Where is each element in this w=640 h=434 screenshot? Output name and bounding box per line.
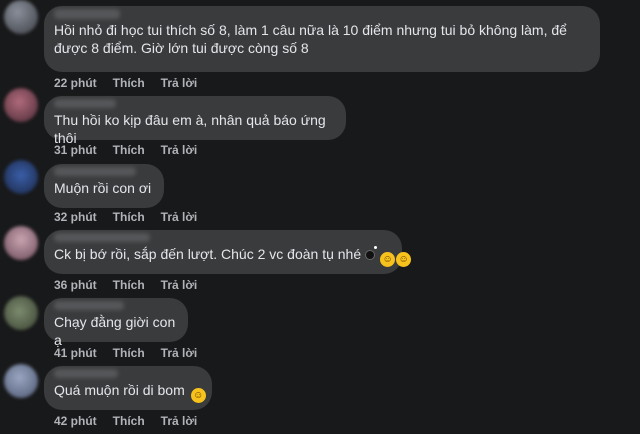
comment-text: Chạy đằng giời con ạ bbox=[54, 314, 176, 348]
comment-actions: 31 phút Thích Trả lời bbox=[54, 143, 197, 157]
comment-text: Quá muộn rồi di bom ☺ bbox=[54, 381, 206, 403]
reply-button[interactable]: Trả lời bbox=[161, 414, 198, 428]
avatar[interactable] bbox=[4, 364, 38, 398]
smile-emoji-icon: ☺ bbox=[190, 388, 206, 403]
comment-actions: 36 phút Thích Trả lời bbox=[54, 278, 197, 292]
like-button[interactable]: Thích bbox=[113, 210, 145, 224]
reply-button[interactable]: Trả lời bbox=[161, 210, 198, 224]
avatar[interactable] bbox=[4, 0, 38, 34]
reply-button[interactable]: Trả lời bbox=[161, 346, 198, 360]
comment-bubble: Hồi nhỏ đi học tui thích số 8, làm 1 câu… bbox=[44, 6, 600, 72]
comment-text: Thu hồi ko kịp đâu em à, nhân quả báo ứn… bbox=[54, 112, 326, 146]
comment-text: Ck bị bớ rồi, sắp đến lượt. Chúc 2 vc đo… bbox=[54, 245, 412, 267]
comment-bubble: Muộn rồi con ơi bbox=[44, 164, 164, 208]
reply-button[interactable]: Trả lời bbox=[161, 143, 198, 157]
comment-text-content: Ck bị bớ rồi, sắp đến lượt. Chúc 2 vc đo… bbox=[54, 246, 362, 262]
rofl-emoji-icon: ☺ bbox=[396, 252, 412, 267]
comment-author-blurred[interactable] bbox=[54, 233, 150, 242]
comment-timestamp[interactable]: 36 phút bbox=[54, 278, 97, 292]
rofl-emoji-icon: ☺ bbox=[380, 252, 396, 267]
avatar[interactable] bbox=[4, 296, 38, 330]
comment-timestamp[interactable]: 32 phút bbox=[54, 210, 97, 224]
like-button[interactable]: Thích bbox=[113, 143, 145, 157]
avatar[interactable] bbox=[4, 88, 38, 122]
comment-bubble: Quá muộn rồi di bom ☺ bbox=[44, 366, 212, 410]
reply-button[interactable]: Trả lời bbox=[161, 278, 198, 292]
comment-author-blurred[interactable] bbox=[54, 99, 116, 108]
comment-text-content: Quá muộn rồi di bom bbox=[54, 382, 185, 398]
comment-author-blurred[interactable] bbox=[54, 9, 120, 19]
comment-bubble: Chạy đằng giời con ạ bbox=[44, 298, 188, 348]
reply-button[interactable]: Trả lời bbox=[161, 76, 198, 90]
comment-actions: 32 phút Thích Trả lời bbox=[54, 210, 197, 224]
avatar[interactable] bbox=[4, 226, 38, 260]
comment-timestamp[interactable]: 22 phút bbox=[54, 76, 97, 90]
like-button[interactable]: Thích bbox=[113, 346, 145, 360]
comment-actions: 41 phút Thích Trả lời bbox=[54, 346, 197, 360]
comment-author-blurred[interactable] bbox=[54, 369, 118, 378]
comment-actions: 42 phút Thích Trả lời bbox=[54, 414, 197, 428]
like-button[interactable]: Thích bbox=[113, 278, 145, 292]
comment-bubble: Thu hồi ko kịp đâu em à, nhân quả báo ứn… bbox=[44, 96, 346, 146]
like-button[interactable]: Thích bbox=[113, 414, 145, 428]
like-button[interactable]: Thích bbox=[113, 76, 145, 90]
comment-bubble: Ck bị bớ rồi, sắp đến lượt. Chúc 2 vc đo… bbox=[44, 230, 412, 274]
avatar[interactable] bbox=[4, 160, 38, 194]
comment-timestamp[interactable]: 42 phút bbox=[54, 414, 97, 428]
bomb-icon bbox=[365, 246, 378, 260]
comment-timestamp[interactable]: 41 phút bbox=[54, 346, 97, 360]
comment-timestamp[interactable]: 31 phút bbox=[54, 143, 97, 157]
comment-author-blurred[interactable] bbox=[54, 301, 124, 310]
comment-text: Hồi nhỏ đi học tui thích số 8, làm 1 câu… bbox=[54, 22, 567, 56]
comment-text: Muộn rồi con ơi bbox=[54, 180, 152, 196]
comment-author-blurred[interactable] bbox=[54, 167, 136, 176]
comment-actions: 22 phút Thích Trả lời bbox=[54, 76, 197, 90]
